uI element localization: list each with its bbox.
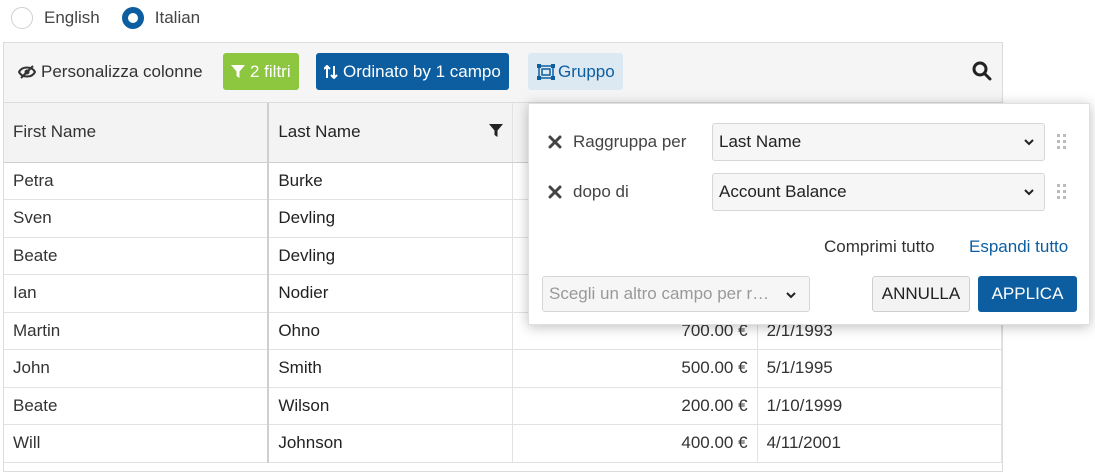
table-cell[interactable]: 500.00 € (512, 349, 758, 388)
filters-label: 2 filtri (250, 61, 291, 81)
table-cell[interactable]: Petra (4, 162, 270, 200)
table-row[interactable]: Will Johnson 400.00 €4/11/2001 (4, 424, 1003, 463)
group-row-1: Raggruppa per Last Name (529, 123, 1089, 161)
table-cell[interactable]: 1/10/1999 (757, 387, 1003, 425)
then-by-select[interactable]: Account Balance (712, 173, 1045, 211)
table-cell[interactable]: Devling (268, 199, 514, 238)
add-group-field-placeholder: Scegli un altro campo per r… (549, 284, 770, 303)
table-cell[interactable]: Beate (4, 387, 270, 425)
table-cell[interactable]: 400.00 € (512, 424, 758, 463)
group-by-select[interactable]: Last Name (712, 123, 1045, 161)
table-cell[interactable]: Ohno (268, 312, 514, 350)
header-first-name[interactable]: First Name (4, 103, 270, 163)
header-last-name[interactable]: Last Name (268, 103, 514, 163)
expand-all-link[interactable]: Espandi tutto (969, 237, 1068, 257)
collapse-all-link[interactable]: Comprimi tutto (824, 237, 935, 257)
group-by-label: Raggruppa per (573, 132, 687, 151)
table-cell[interactable]: Will (4, 424, 270, 463)
language-option-english[interactable]: English (11, 7, 100, 29)
column-filter-icon[interactable] (489, 124, 504, 138)
table-cell[interactable]: 200.00 € (512, 387, 758, 425)
table-cell[interactable]: John (4, 349, 270, 388)
table-cell[interactable]: Martin (4, 312, 270, 350)
english-label: English (44, 8, 100, 27)
table-cell[interactable]: Nodier (268, 274, 514, 313)
table-cell[interactable]: Ian (4, 274, 270, 313)
group-button[interactable]: Gruppo (528, 53, 623, 90)
table-row[interactable]: Beate Wilson 200.00 €1/10/1999 (4, 387, 1003, 425)
language-selector: English Italian (11, 7, 222, 29)
chevron-down-icon (1024, 139, 1034, 146)
english-radio[interactable] (11, 7, 33, 29)
table-cell[interactable]: Devling (268, 237, 514, 275)
table-cell[interactable]: Sven (4, 199, 270, 238)
table-cell[interactable]: Johnson (268, 424, 514, 463)
chevron-down-icon (786, 292, 796, 299)
funnel-icon (231, 64, 245, 78)
remove-group-icon[interactable] (548, 135, 562, 149)
drag-handle-icon[interactable] (1057, 184, 1067, 200)
language-option-italian[interactable]: Italian (121, 7, 201, 29)
eye-slash-icon (18, 64, 36, 79)
group-popup: Raggruppa per Last Name dopo di Account … (528, 103, 1090, 325)
then-by-label: dopo di (573, 182, 629, 201)
table-cell[interactable]: Beate (4, 237, 270, 275)
chevron-down-icon (1024, 189, 1034, 196)
sort-arrows-icon (324, 64, 338, 79)
apply-button[interactable]: APPLICA (978, 276, 1077, 312)
table-row[interactable]: John Smith 500.00 €5/1/1995 (4, 349, 1003, 388)
group-icon (537, 63, 555, 80)
cancel-button[interactable]: ANNULLA (872, 276, 970, 312)
add-group-field-select[interactable]: Scegli un altro campo per r… (542, 276, 810, 312)
remove-group-icon[interactable] (548, 185, 562, 199)
italian-radio[interactable] (121, 7, 144, 29)
group-row-2: dopo di Account Balance (529, 173, 1089, 211)
customize-columns-button[interactable]: Personalizza colonne (10, 53, 211, 90)
table-cell[interactable]: 4/11/2001 (757, 424, 1003, 463)
italian-label: Italian (154, 8, 201, 27)
filters-button[interactable]: 2 filtri (223, 53, 299, 90)
sort-button[interactable]: Ordinato by 1 campo (316, 53, 509, 90)
drag-handle-icon[interactable] (1057, 134, 1067, 150)
search-icon[interactable] (972, 61, 992, 81)
table-cell[interactable]: Wilson (268, 387, 514, 425)
table-cell[interactable]: Smith (268, 349, 514, 388)
table-cell[interactable]: 5/1/1995 (757, 349, 1003, 388)
group-label: Gruppo (558, 61, 615, 81)
customize-columns-label: Personalizza colonne (41, 61, 203, 81)
sort-label: Ordinato by 1 campo (343, 61, 501, 81)
grid-toolbar: Personalizza colonne 2 filtri Ordinato b… (4, 43, 1002, 103)
table-cell[interactable]: Burke (268, 162, 514, 200)
